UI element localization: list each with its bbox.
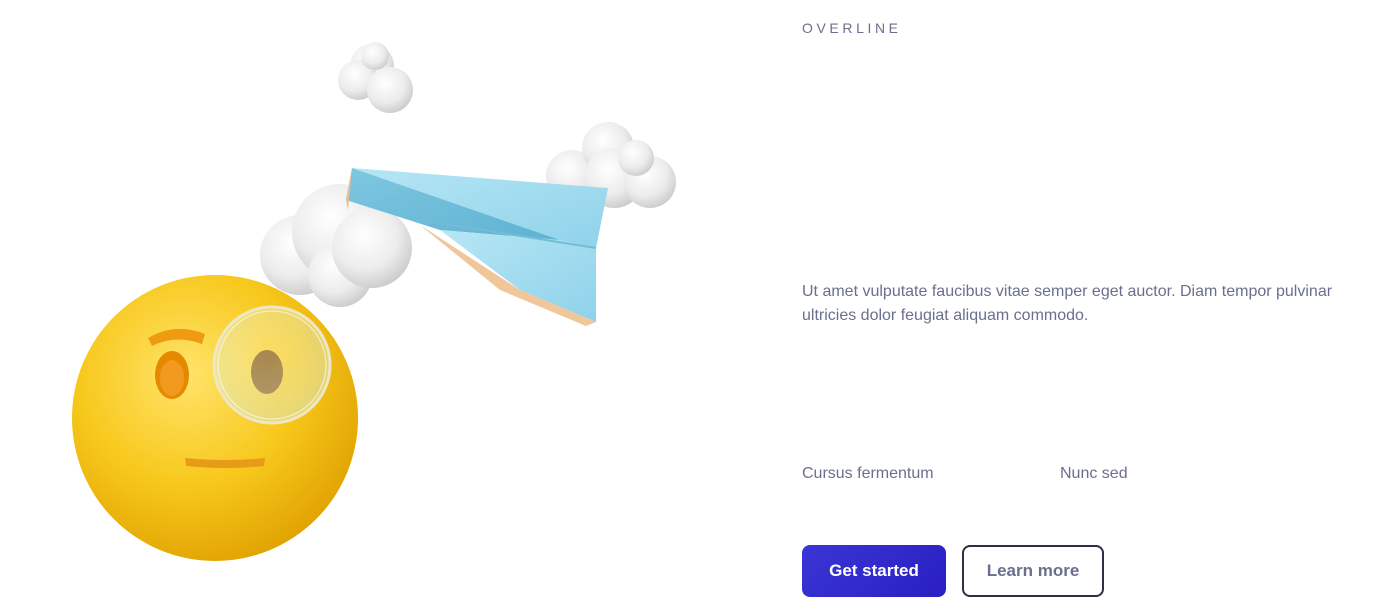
hero-description-line-2: ultricies dolor feugiat aliquam commodo. — [802, 307, 1089, 324]
feature-item: Cursus fermentum — [802, 465, 934, 482]
feature-item: Nunc sed — [1060, 465, 1128, 482]
hero-section: OVERLINE Ut amet vulputate faucibus vita… — [0, 0, 1392, 616]
learn-more-button[interactable]: Learn more — [962, 545, 1104, 597]
hero-description: Ut amet vulputate faucibus vitae semper … — [802, 280, 1392, 328]
hero-illustration — [72, 42, 676, 561]
emoji-face-icon — [72, 275, 358, 561]
get-started-button[interactable]: Get started — [802, 545, 946, 597]
overline-label: OVERLINE — [802, 20, 902, 36]
hero-description-line-1: Ut amet vulputate faucibus vitae semper … — [802, 283, 1333, 300]
cloud-small — [338, 42, 413, 113]
